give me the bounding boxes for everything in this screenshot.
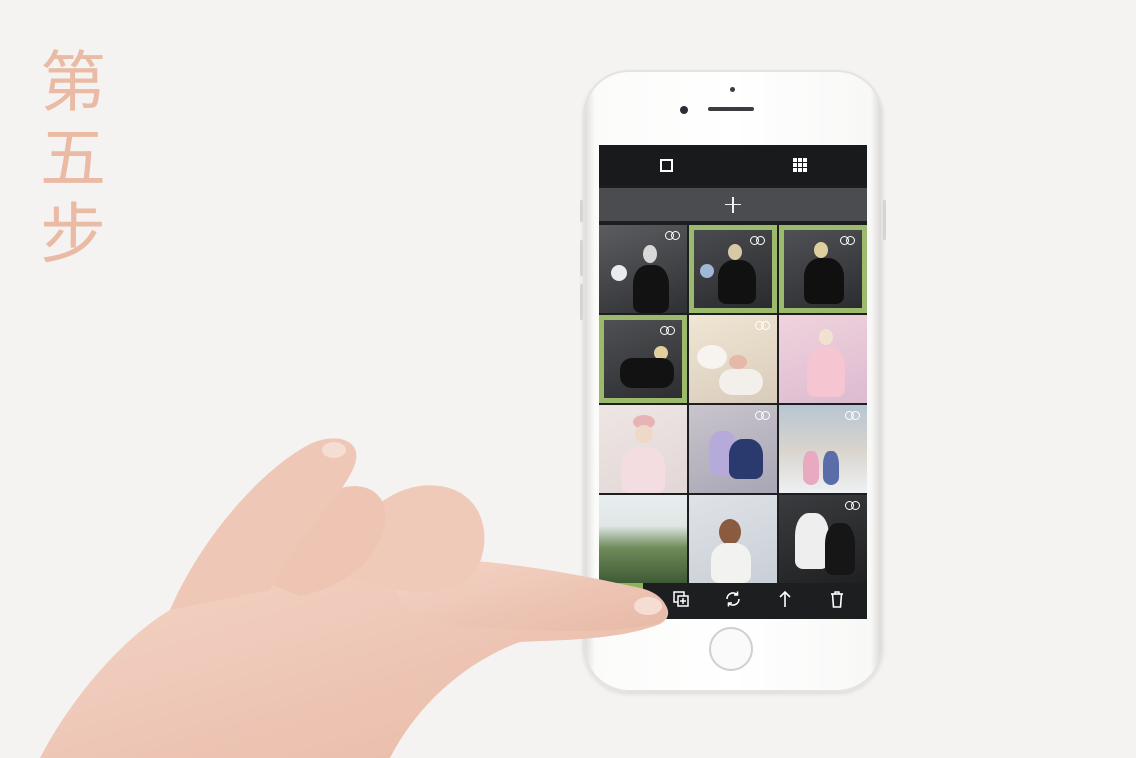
- add-photo-button[interactable]: [599, 188, 867, 221]
- live-photo-icon: [840, 236, 856, 246]
- live-photo-icon: [660, 326, 676, 336]
- action-toolbar: ✓: [599, 577, 867, 619]
- photo-tile[interactable]: [779, 315, 867, 403]
- plus-icon: [725, 196, 741, 213]
- photo-tile[interactable]: [599, 315, 687, 403]
- earpiece-speaker: [708, 107, 754, 111]
- refresh-icon: [726, 591, 740, 607]
- photo-tile[interactable]: [779, 495, 867, 583]
- select-button[interactable]: ✓: [611, 583, 643, 615]
- view-mode-bar: [599, 145, 867, 185]
- photo-tile[interactable]: [689, 225, 777, 313]
- photo-tile[interactable]: [599, 405, 687, 493]
- photo-tile[interactable]: [779, 405, 867, 493]
- live-photo-icon: [750, 236, 766, 246]
- duplicate-button[interactable]: [665, 583, 697, 615]
- select-check-icon: ✓: [619, 588, 635, 610]
- step-char-1: 第: [40, 44, 106, 121]
- hand-illustration: [40, 438, 669, 758]
- power-button: [883, 200, 886, 240]
- live-photo-icon: [755, 321, 771, 331]
- live-photo-icon: [665, 231, 681, 241]
- delete-button[interactable]: [821, 583, 853, 615]
- photo-tile[interactable]: [599, 495, 687, 583]
- photo-tile[interactable]: [599, 225, 687, 313]
- photo-tile[interactable]: [689, 495, 777, 583]
- live-photo-icon: [845, 501, 861, 511]
- mute-switch: [580, 200, 583, 222]
- photo-tile[interactable]: [689, 315, 777, 403]
- share-button[interactable]: [769, 583, 801, 615]
- duplicate-icon: [673, 591, 689, 607]
- phone: ✓: [580, 70, 886, 692]
- photo-tile[interactable]: [779, 225, 867, 313]
- trash-icon: [831, 590, 843, 608]
- grid-view-button[interactable]: [733, 145, 867, 185]
- photo-tile[interactable]: [689, 405, 777, 493]
- grid-view-icon: [793, 158, 807, 172]
- volume-up-button: [580, 240, 583, 276]
- refresh-button[interactable]: [717, 583, 749, 615]
- step-label: 第 五 步: [38, 45, 108, 273]
- single-view-button[interactable]: [599, 145, 733, 185]
- phone-screen: ✓: [599, 145, 867, 619]
- share-arrow-icon: [779, 590, 791, 607]
- volume-down-button: [580, 284, 583, 320]
- live-photo-icon: [845, 411, 861, 421]
- front-camera: [680, 106, 688, 114]
- single-view-icon: [659, 158, 673, 172]
- home-button[interactable]: [709, 627, 753, 671]
- photo-grid: [599, 225, 867, 619]
- proximity-sensor: [730, 87, 735, 92]
- step-char-2: 五: [40, 120, 106, 197]
- live-photo-icon: [755, 411, 771, 421]
- step-char-3: 步: [40, 196, 106, 273]
